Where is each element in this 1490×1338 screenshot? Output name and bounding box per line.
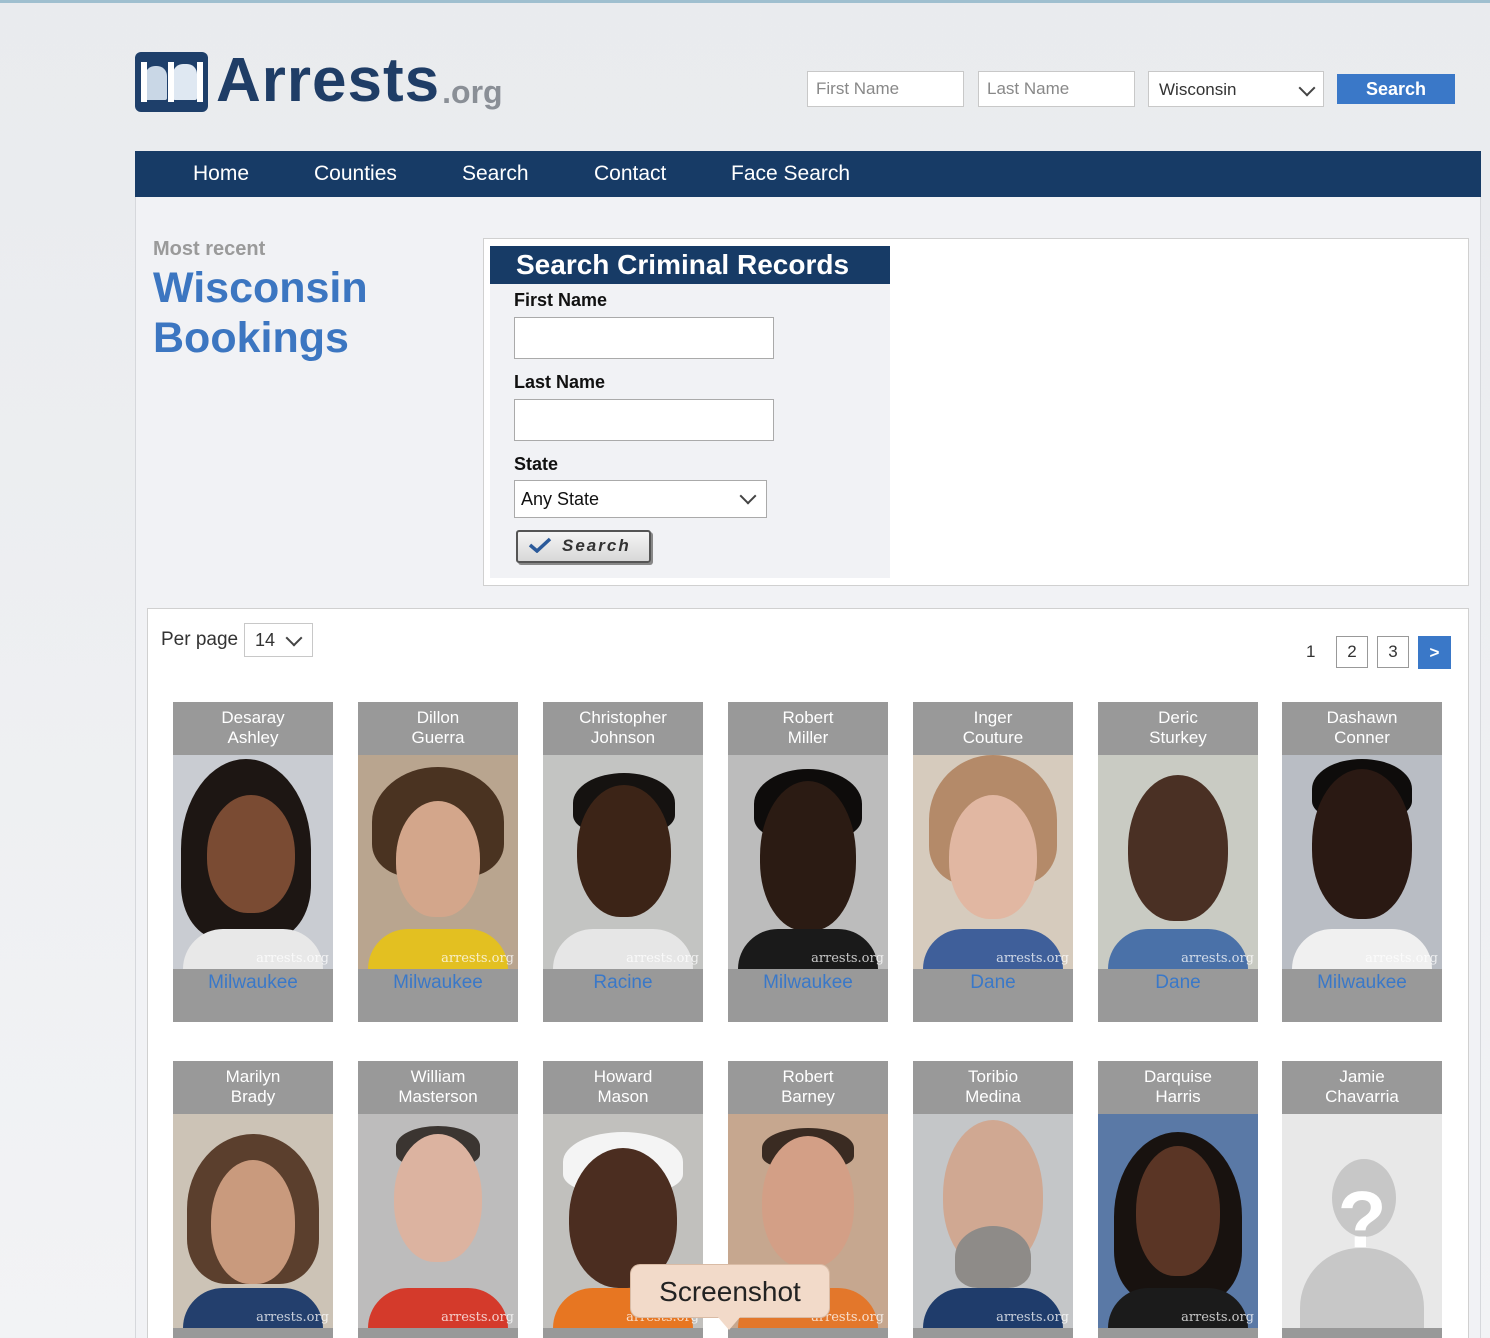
first-name-input[interactable]	[514, 317, 774, 359]
header-state-select[interactable]: Wisconsin	[1148, 71, 1324, 107]
mugshot-photo[interactable]: arrests.org	[173, 1114, 333, 1328]
pagination-page-3[interactable]: 3	[1377, 636, 1409, 668]
mugshot-photo[interactable]: arrests.org	[543, 755, 703, 969]
header-first-name-input[interactable]: First Name	[807, 71, 964, 107]
booking-county-link[interactable]: Racine	[543, 972, 703, 994]
page-title-line1: Wisconsin	[153, 264, 368, 312]
chevron-down-icon	[285, 629, 303, 647]
booking-name: Inger Couture	[962, 708, 1024, 747]
booking-card[interactable]: Robert Miller arrests.org Milwaukee	[728, 702, 888, 1022]
booking-card[interactable]: Christopher Johnson arrests.org Racine	[543, 702, 703, 1022]
chevron-down-icon	[1298, 79, 1316, 97]
page-title: Wisconsin Bookings	[153, 263, 368, 363]
pagination-next[interactable]: >	[1418, 636, 1451, 669]
state-select-value: Any State	[521, 489, 600, 509]
booking-name: Darquise Harris	[1143, 1067, 1213, 1106]
booking-name: Dashawn Conner	[1326, 708, 1398, 747]
booking-card[interactable]: Desaray Ashley arrests.org Milwaukee	[173, 702, 333, 1022]
search-submit-button[interactable]: Search	[516, 530, 651, 563]
nav-face-search[interactable]: Face Search	[731, 162, 850, 186]
booking-name: Desaray Ashley	[221, 708, 285, 747]
header-last-name-input[interactable]: Last Name	[978, 71, 1135, 107]
page-title-line2: Bookings	[153, 314, 349, 362]
booking-card[interactable]: Toribio Medina arrests.org	[913, 1061, 1073, 1338]
mugshot-photo[interactable]: arrests.org	[913, 1114, 1073, 1328]
last-name-label: Last Name	[514, 372, 606, 392]
booking-card[interactable]: William Masterson arrests.org	[358, 1061, 518, 1338]
booking-county-link[interactable]: Milwaukee	[1282, 972, 1442, 994]
booking-name: Jamie Chavarria	[1325, 1067, 1399, 1106]
booking-name: Robert Barney	[781, 1067, 835, 1106]
mugshot-photo[interactable]: arrests.org	[1098, 1114, 1258, 1328]
logo-tld: .org	[442, 74, 503, 110]
booking-card[interactable]: Darquise Harris arrests.org	[1098, 1061, 1258, 1338]
per-page-value: 14	[255, 630, 276, 650]
booking-name: William Masterson	[398, 1067, 478, 1106]
booking-card[interactable]: Dashawn Conner arrests.org Milwaukee	[1282, 702, 1442, 1022]
logo-text: Arrests	[216, 46, 441, 115]
booking-county-link[interactable]: Dane	[913, 972, 1073, 994]
mugshot-photo[interactable]: arrests.org	[358, 1114, 518, 1328]
booking-name: Deric Sturkey	[1149, 708, 1207, 747]
pagination-current: 1	[1306, 642, 1316, 661]
mugshot-photo[interactable]: arrests.org	[358, 755, 518, 969]
logo-icon	[135, 52, 208, 112]
pagination-page-2[interactable]: 2	[1336, 636, 1368, 668]
header-state-value: Wisconsin	[1159, 80, 1237, 99]
header-search-button[interactable]: Search	[1337, 74, 1455, 104]
first-name-label: First Name	[514, 290, 608, 310]
booking-card[interactable]: Jamie Chavarria ?	[1282, 1061, 1442, 1338]
tooltip-arrow	[717, 1316, 741, 1330]
window-top-border	[0, 0, 1490, 3]
per-page-select[interactable]: 14	[244, 623, 313, 657]
mugshot-photo[interactable]: arrests.org	[728, 755, 888, 969]
search-submit-label: Search	[562, 536, 631, 555]
booking-county-link[interactable]: Milwaukee	[173, 972, 333, 994]
booking-card[interactable]: Dillon Guerra arrests.org Milwaukee	[358, 702, 518, 1022]
nav-counties[interactable]: Counties	[314, 162, 397, 186]
booking-name: Howard Mason	[593, 1067, 653, 1106]
mugshot-photo[interactable]: arrests.org	[173, 755, 333, 969]
screenshot-tooltip: Screenshot	[630, 1264, 830, 1318]
booking-name: Toribio Medina	[965, 1067, 1021, 1106]
booking-county-link[interactable]: Dane	[1098, 972, 1258, 994]
booking-name: Dillon Guerra	[411, 708, 465, 747]
search-form-title: Search Criminal Records	[490, 246, 890, 284]
chevron-down-icon	[739, 487, 757, 505]
last-name-input[interactable]	[514, 399, 774, 441]
nav-search[interactable]: Search	[462, 162, 529, 186]
booking-county-link[interactable]: Milwaukee	[728, 972, 888, 994]
mugshot-photo[interactable]: arrests.org	[913, 755, 1073, 969]
booking-name: Robert Miller	[782, 708, 834, 747]
booking-card[interactable]: Inger Couture arrests.org Dane	[913, 702, 1073, 1022]
booking-name: Christopher Johnson	[579, 708, 667, 747]
state-select[interactable]: Any State	[514, 480, 767, 518]
booking-name: Marilyn Brady	[225, 1067, 281, 1106]
mugshot-photo[interactable]: arrests.org	[1098, 755, 1258, 969]
main-nav: Home Counties Search Contact Face Search	[135, 151, 1481, 197]
site-logo[interactable]: Arrests .org	[135, 50, 503, 112]
unknown-person-icon[interactable]: ?	[1282, 1114, 1442, 1328]
checkmark-icon	[528, 537, 552, 553]
booking-card[interactable]: Deric Sturkey arrests.org Dane	[1098, 702, 1258, 1022]
nav-home[interactable]: Home	[193, 162, 249, 186]
mugshot-photo[interactable]: arrests.org	[1282, 755, 1442, 969]
nav-contact[interactable]: Contact	[594, 162, 666, 186]
booking-county-link[interactable]: Milwaukee	[358, 972, 518, 994]
booking-card[interactable]: Marilyn Brady arrests.org	[173, 1061, 333, 1338]
intro-kicker: Most recent	[153, 238, 266, 260]
state-label: State	[514, 454, 559, 474]
per-page-label: Per page	[161, 629, 239, 650]
